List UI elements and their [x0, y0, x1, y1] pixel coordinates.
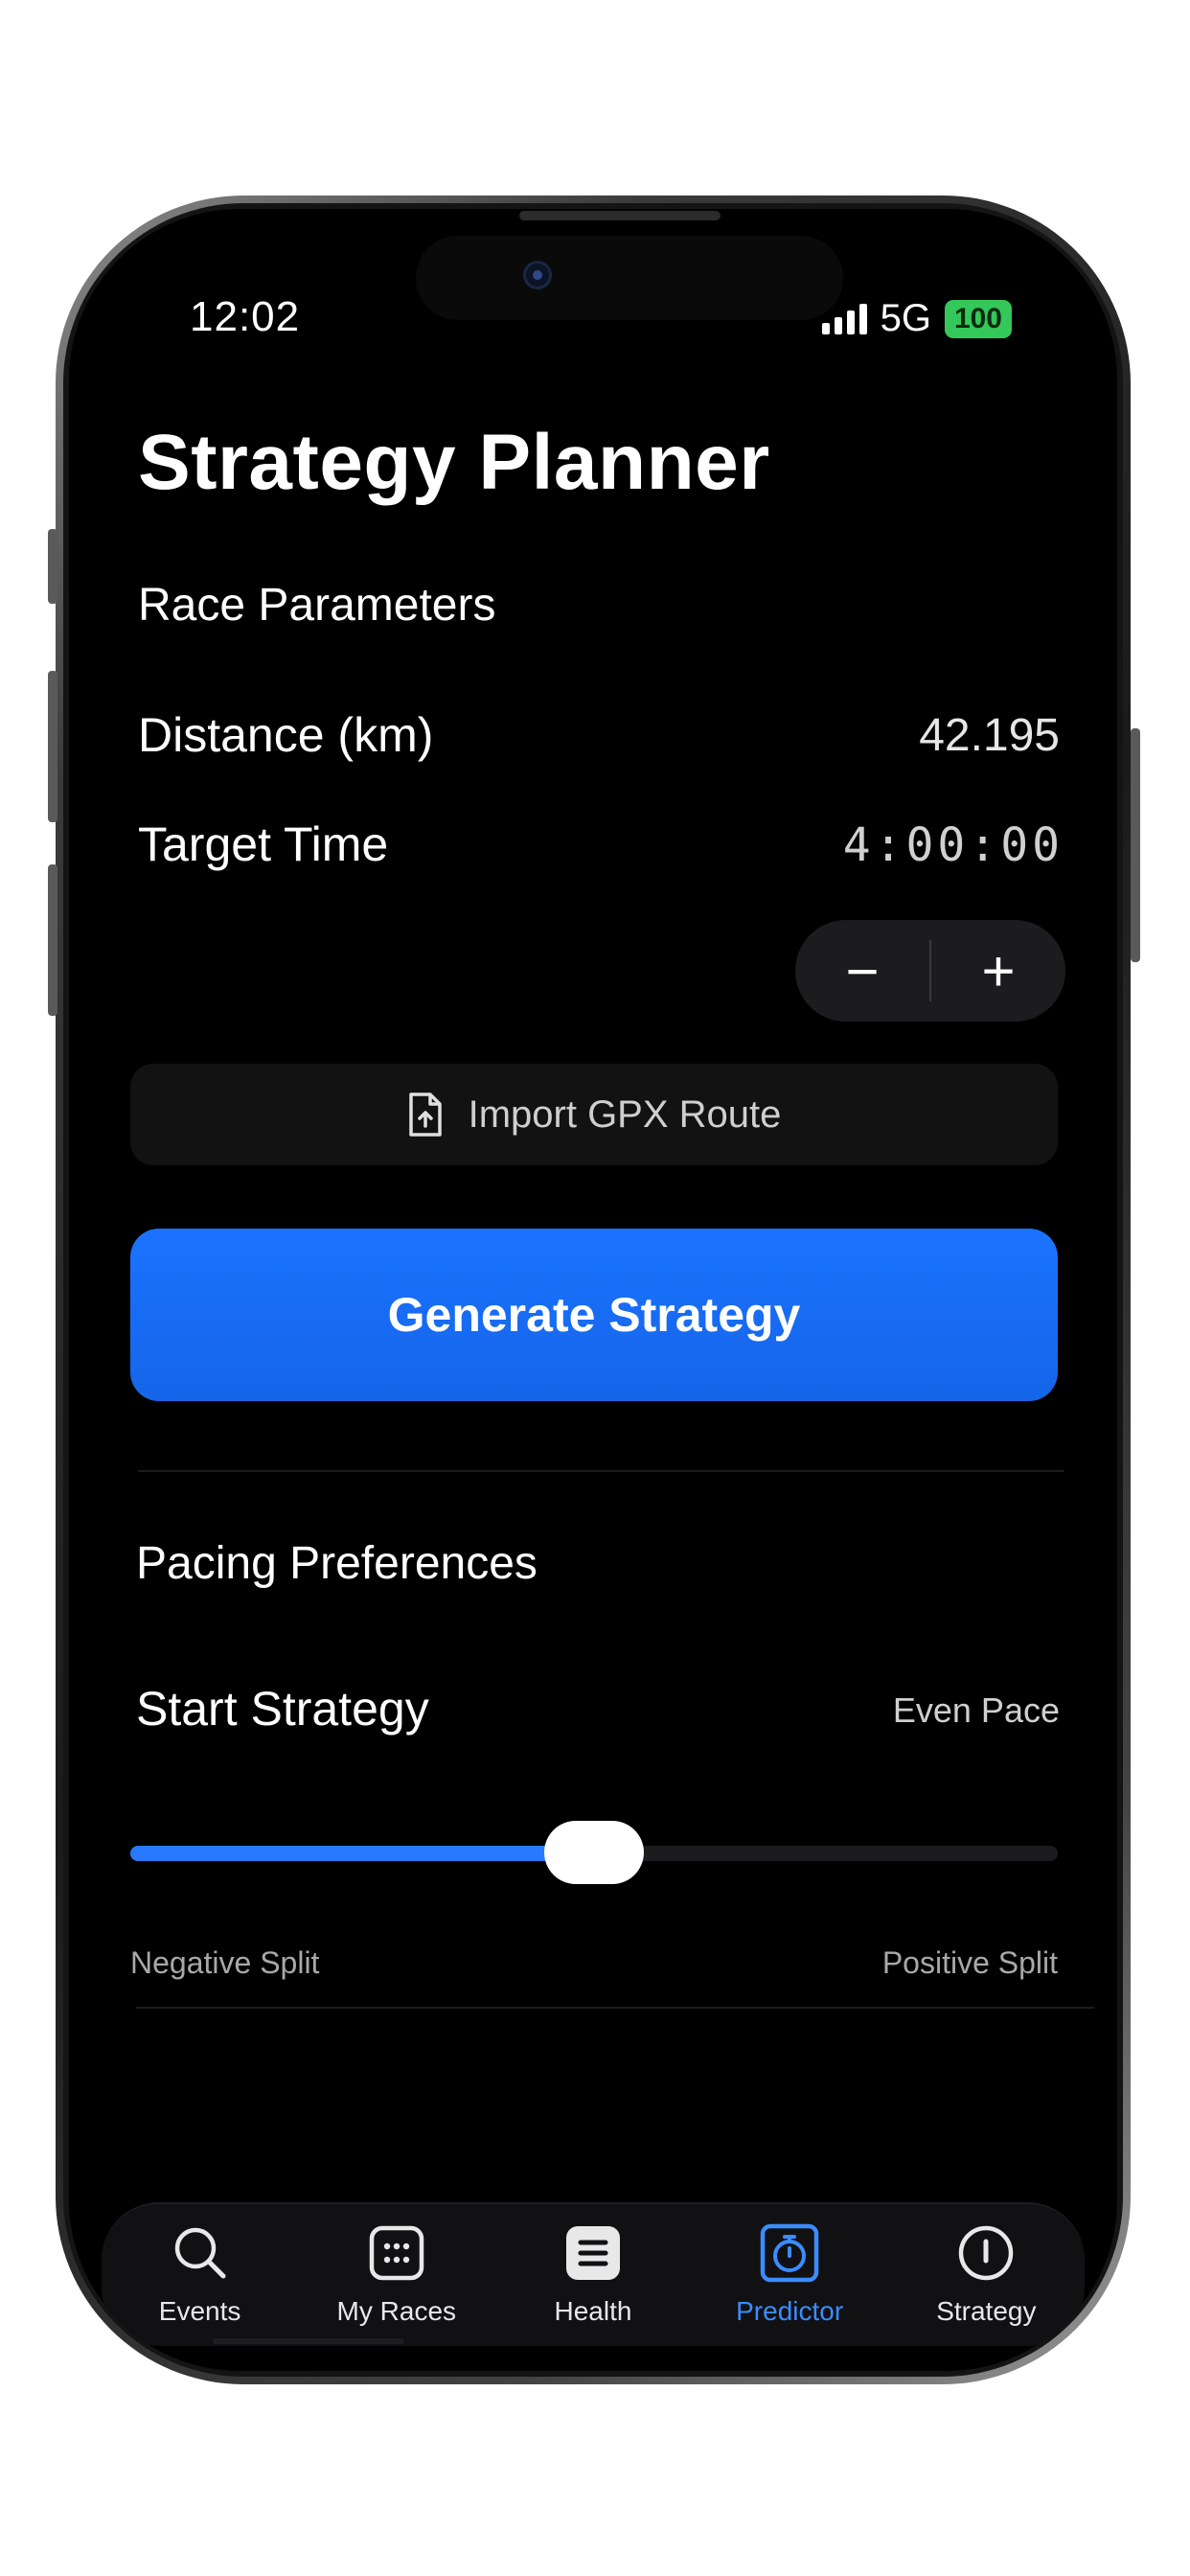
tab-my-races[interactable]: My Races	[306, 2223, 488, 2327]
slider-fill	[130, 1846, 594, 1861]
file-upload-icon	[408, 1092, 442, 1137]
decrement-button[interactable]: −	[795, 920, 929, 1022]
volume-down-button	[48, 864, 57, 1016]
tab-events[interactable]: Events	[109, 2223, 291, 2327]
tab-label: Events	[158, 2296, 241, 2326]
speaker-grill	[519, 211, 721, 220]
dynamic-island	[416, 236, 843, 320]
tab-label: My Races	[336, 2296, 457, 2326]
increment-button[interactable]: +	[931, 920, 1065, 1022]
negative-split-label: Negative Split	[130, 1945, 320, 1980]
section-divider	[138, 1470, 1064, 1472]
generate-strategy-button[interactable]: Generate Strategy	[130, 1229, 1058, 1401]
signal-icon	[821, 303, 867, 334]
home-indicator	[213, 2338, 404, 2344]
import-gpx-label: Import GPX Route	[468, 1092, 782, 1136]
target-time-value[interactable]: 4:00:00	[843, 818, 1064, 872]
search-icon	[174, 2227, 226, 2279]
tab-label: Health	[554, 2296, 632, 2326]
info-circle-icon	[959, 2225, 1014, 2281]
target-time-label: Target Time	[138, 817, 389, 871]
status-time: 12:02	[190, 293, 301, 340]
action-button	[48, 529, 57, 604]
slider-thumb[interactable]	[544, 1821, 644, 1884]
distance-value[interactable]: 42.195	[919, 709, 1060, 762]
network-type: 5G	[880, 297, 931, 339]
import-gpx-button[interactable]: Import GPX Route	[130, 1064, 1058, 1165]
distance-label: Distance (km)	[138, 708, 434, 762]
tab-strategy[interactable]: Strategy	[895, 2223, 1077, 2327]
tab-label: Strategy	[936, 2296, 1037, 2326]
battery-icon: 100	[944, 299, 1012, 338]
tab-health[interactable]: Health	[502, 2223, 684, 2327]
stopwatch-icon	[760, 2223, 819, 2283]
volume-up-button	[48, 671, 57, 822]
status-indicators: 5G 100	[821, 297, 1012, 340]
page-title: Strategy Planner	[138, 419, 770, 506]
grid-icon	[369, 2225, 424, 2281]
phone-screen: 12:02 5G 100 Strategy Planner Race Param…	[69, 209, 1117, 2371]
power-button	[1131, 728, 1140, 962]
section-divider-bottom	[136, 2007, 1094, 2009]
front-camera	[523, 261, 552, 289]
tab-bar: Events My Races Health Predictor Strateg…	[102, 2202, 1085, 2346]
start-strategy-value: Even Pace	[892, 1690, 1060, 1730]
start-strategy-slider[interactable]	[130, 1819, 1058, 1886]
target-time-stepper[interactable]: − +	[795, 920, 1065, 1022]
positive-split-label: Positive Split	[881, 1945, 1058, 1980]
tab-label: Predictor	[736, 2296, 844, 2326]
tab-predictor[interactable]: Predictor	[698, 2223, 881, 2327]
race-parameters-heading: Race Parameters	[138, 580, 496, 631]
list-icon	[565, 2226, 620, 2280]
pacing-preferences-heading: Pacing Preferences	[136, 1538, 538, 1589]
start-strategy-label: Start Strategy	[136, 1682, 429, 1736]
